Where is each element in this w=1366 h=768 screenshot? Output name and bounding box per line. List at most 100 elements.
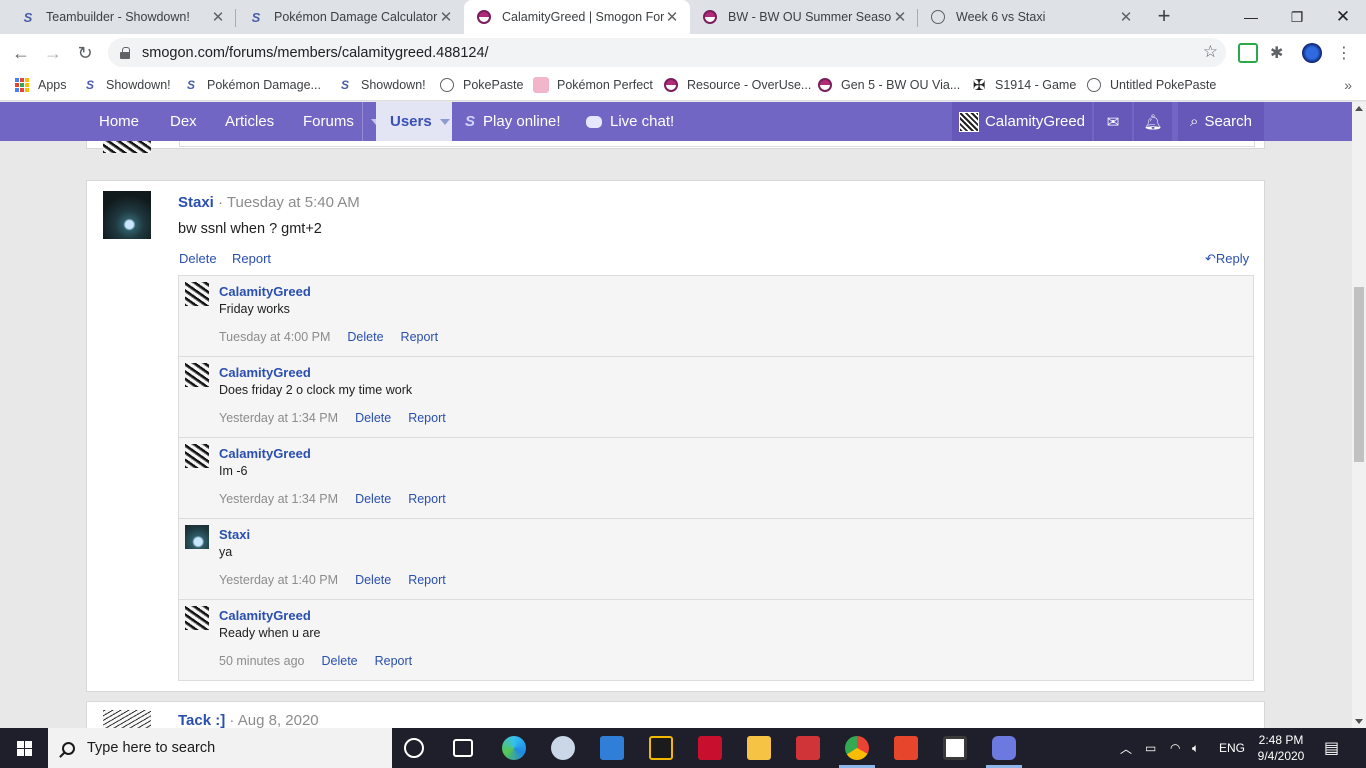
taskbar-clock[interactable]: 2:48 PM 9/4/2020 bbox=[1246, 732, 1316, 764]
nav-users[interactable]: Users bbox=[376, 102, 452, 141]
forward-button[interactable]: → bbox=[40, 40, 66, 66]
extension-icon[interactable] bbox=[1238, 43, 1258, 63]
close-icon[interactable]: ✕ bbox=[438, 8, 454, 26]
game-app-icon[interactable] bbox=[649, 736, 673, 760]
reload-button[interactable]: ↻ bbox=[72, 40, 98, 66]
app-icon[interactable] bbox=[894, 736, 918, 760]
bell-icon[interactable]: 🔔︎ bbox=[1134, 102, 1172, 141]
discord-icon[interactable] bbox=[992, 736, 1016, 760]
wifi-icon[interactable]: ◠ bbox=[1170, 728, 1180, 768]
avatar[interactable] bbox=[185, 363, 209, 387]
bookmark-gen5-bw-ou[interactable]: Gen 5 - BW OU Via... bbox=[817, 71, 960, 99]
reply-author[interactable]: CalamityGreed bbox=[219, 608, 311, 623]
report-link[interactable]: Report bbox=[375, 654, 413, 668]
reply-time[interactable]: Yesterday at 1:40 PM bbox=[219, 573, 338, 587]
reply-link[interactable]: ↶Reply bbox=[1205, 251, 1249, 267]
avatar[interactable] bbox=[103, 710, 151, 728]
nav-search[interactable]: ⌕ Search bbox=[1178, 102, 1264, 141]
reader-app-icon[interactable] bbox=[796, 736, 820, 760]
reply-author[interactable]: CalamityGreed bbox=[219, 284, 311, 299]
edge-icon[interactable] bbox=[502, 736, 526, 760]
report-link[interactable]: Report bbox=[408, 411, 446, 425]
bookmark-untitled-pokepaste[interactable]: Untitled PokePaste bbox=[1086, 71, 1216, 99]
profile-avatar[interactable] bbox=[1302, 43, 1322, 63]
bookmark-showdown-2[interactable]: S Showdown! bbox=[337, 71, 426, 99]
browser-tab-teambuilder[interactable]: S Teambuilder - Showdown! ✕ bbox=[8, 0, 236, 34]
nav-articles[interactable]: Articles bbox=[225, 102, 274, 141]
report-link[interactable]: Report bbox=[401, 330, 439, 344]
page-scrollbar[interactable] bbox=[1352, 102, 1366, 728]
avatar[interactable] bbox=[185, 282, 209, 306]
delete-link[interactable]: Delete bbox=[347, 330, 383, 344]
report-link[interactable]: Report bbox=[408, 573, 446, 587]
new-tab-button[interactable]: + bbox=[1152, 5, 1176, 29]
task-view-icon[interactable] bbox=[453, 739, 473, 757]
notifications-icon[interactable]: ▤ bbox=[1324, 728, 1339, 768]
puzzle-extensions-icon[interactable]: ✱ bbox=[1270, 43, 1290, 63]
report-link[interactable]: Report bbox=[232, 251, 271, 266]
bookmark-damage-calc[interactable]: S Pokémon Damage... bbox=[183, 71, 321, 99]
chrome-icon[interactable] bbox=[845, 736, 869, 760]
bookmark-star-icon[interactable]: ☆ bbox=[1203, 42, 1218, 62]
chevron-down-icon[interactable] bbox=[439, 118, 450, 125]
close-icon[interactable]: ✕ bbox=[1118, 8, 1134, 26]
windows-start-icon[interactable] bbox=[0, 728, 48, 768]
report-link[interactable]: Report bbox=[408, 492, 446, 506]
snip-icon[interactable] bbox=[551, 736, 575, 760]
post-time[interactable]: · Tuesday at 5:40 AM bbox=[218, 194, 360, 211]
reply-author[interactable]: CalamityGreed bbox=[219, 446, 311, 461]
scroll-thumb[interactable] bbox=[1354, 287, 1364, 462]
avatar[interactable] bbox=[185, 606, 209, 630]
nav-live-chat[interactable]: Live chat! bbox=[586, 102, 674, 141]
reply-time[interactable]: Tuesday at 4:00 PM bbox=[219, 330, 330, 344]
browser-menu-icon[interactable]: ⋮ bbox=[1334, 43, 1354, 63]
tray-up-arrow-icon[interactable]: ︿ bbox=[1120, 728, 1132, 768]
post-author[interactable]: Tack :] bbox=[178, 712, 225, 728]
browser-tab-damage-calc[interactable]: S Pokémon Damage Calculator ✕ bbox=[236, 0, 464, 34]
taskbar-search-box[interactable]: Type here to search bbox=[48, 728, 392, 768]
nav-play-online[interactable]: S Play online! bbox=[465, 102, 561, 141]
avatar[interactable] bbox=[185, 525, 209, 549]
delete-link[interactable]: Delete bbox=[179, 251, 217, 266]
cortana-icon[interactable] bbox=[404, 738, 424, 758]
bookmark-showdown[interactable]: S Showdown! bbox=[82, 71, 171, 99]
scroll-down-icon[interactable] bbox=[1355, 719, 1363, 724]
close-icon[interactable]: ✕ bbox=[210, 8, 226, 26]
avatar[interactable] bbox=[185, 444, 209, 468]
nav-user-account[interactable]: CalamityGreed bbox=[952, 102, 1092, 141]
delete-link[interactable]: Delete bbox=[355, 492, 391, 506]
browser-tab-bw-ou-seasonal[interactable]: BW - BW OU Summer Seasonal ✕ bbox=[690, 0, 918, 34]
bookmark-pokemon-perfect[interactable]: Pokémon Perfect bbox=[533, 71, 653, 99]
close-icon[interactable]: ✕ bbox=[892, 8, 908, 26]
volume-muted-icon[interactable]: 🔈︎ bbox=[1192, 728, 1199, 768]
minimize-button[interactable]: — bbox=[1228, 0, 1274, 34]
delete-link[interactable]: Delete bbox=[355, 573, 391, 587]
address-bar[interactable]: smogon.com/forums/members/calamitygreed.… bbox=[108, 38, 1226, 67]
back-button[interactable]: ← bbox=[8, 40, 34, 66]
delete-link[interactable]: Delete bbox=[355, 411, 391, 425]
store-icon[interactable] bbox=[943, 736, 967, 760]
reply-time[interactable]: Yesterday at 1:34 PM bbox=[219, 411, 338, 425]
delete-link[interactable]: Delete bbox=[321, 654, 357, 668]
reply-time[interactable]: 50 minutes ago bbox=[219, 654, 304, 668]
battery-icon[interactable]: ▭ bbox=[1145, 728, 1156, 768]
avatar[interactable] bbox=[103, 141, 151, 153]
avatar[interactable] bbox=[103, 191, 151, 239]
bookmarks-overflow-icon[interactable]: » bbox=[1344, 77, 1352, 93]
inbox-icon[interactable]: ✉ bbox=[1094, 102, 1132, 141]
bookmark-s1914-game[interactable]: ✠ S1914 - Game bbox=[971, 71, 1077, 99]
close-icon[interactable]: ✕ bbox=[664, 8, 680, 26]
bookmark-resource-overuse[interactable]: Resource - OverUse... bbox=[663, 71, 811, 99]
browser-tab-week6[interactable]: Week 6 vs Staxi ✕ bbox=[918, 0, 1144, 34]
nav-dex[interactable]: Dex bbox=[170, 102, 197, 141]
nav-home[interactable]: Home bbox=[99, 102, 139, 141]
restore-button[interactable]: ❐ bbox=[1274, 0, 1320, 34]
language-indicator[interactable]: ENG bbox=[1219, 728, 1245, 768]
browser-tab-calamitygreed[interactable]: CalamityGreed | Smogon Forums ✕ bbox=[464, 0, 690, 34]
mail-icon[interactable] bbox=[600, 736, 624, 760]
file-explorer-icon[interactable] bbox=[747, 736, 771, 760]
reply-author[interactable]: CalamityGreed bbox=[219, 365, 311, 380]
nav-forums[interactable]: Forums bbox=[303, 102, 381, 141]
post-author[interactable]: Staxi bbox=[178, 194, 214, 211]
window-close-button[interactable]: ✕ bbox=[1320, 0, 1366, 34]
